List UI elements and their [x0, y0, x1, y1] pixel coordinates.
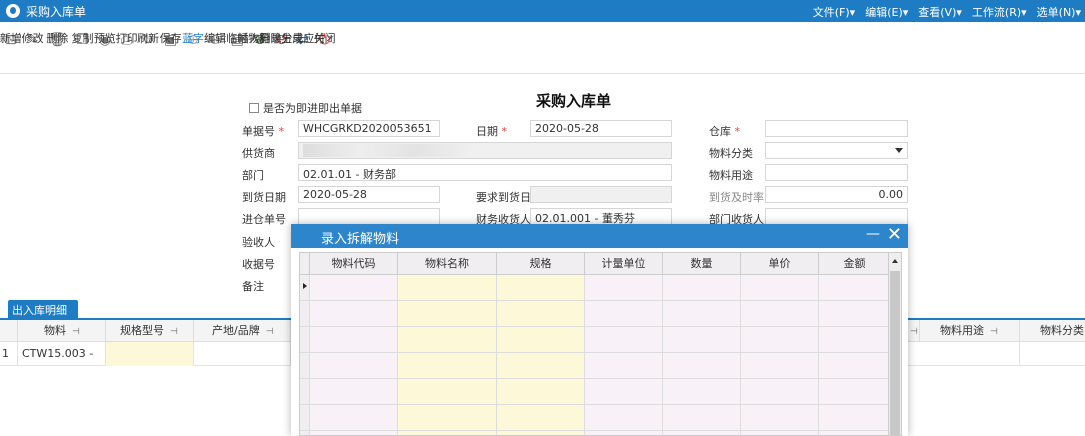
title-bar: 采购入库单 文件(F)▾ 编辑(E)▾ 查看(V)▾ 工作流(R)▾ 选单(N)… [0, 0, 1085, 22]
pin-col[interactable]: ⊣ [908, 320, 920, 342]
split-material-dialog: 录入拆解物料 — ✕ 物料代码 物料名称 规格 计量单位 数量 单价 金额 [291, 224, 908, 436]
pin-icon[interactable]: ⊣ [72, 327, 80, 337]
window-title: 采购入库单 [26, 5, 87, 19]
delete-button[interactable]: 🗑 删除 [43, 32, 71, 50]
refresh-button[interactable]: ↻ 刷新 [137, 32, 159, 50]
copy-button[interactable]: ❐ 复制 [71, 32, 94, 50]
preview-button[interactable]: ◉ 预览 [94, 32, 116, 50]
form-title: 采购入库单 [536, 92, 612, 110]
menu-edit[interactable]: 编辑(E)▾ [865, 4, 908, 20]
grid-row-line [300, 352, 890, 353]
current-row-indicator-icon [303, 283, 307, 289]
split-grid-header: 物料代码 物料名称 规格 计量单位 数量 单价 金额 [300, 253, 890, 275]
grid-row-line [300, 378, 890, 379]
receipt-no-label: 收据号 [242, 258, 275, 271]
dept-field[interactable]: 02.01.01 - 财务部 [298, 164, 672, 181]
warehouse-label: 仓库 * [709, 125, 740, 138]
blue-entry-button[interactable]: ⊕ 蓝字 [182, 32, 204, 50]
scroll-up-icon[interactable] [892, 259, 898, 263]
pin-icon[interactable]: ⊣ [990, 327, 998, 337]
generate-payable-button[interactable]: ⇄ 生成应付 [281, 32, 325, 50]
vertical-scrollbar[interactable] [888, 253, 901, 435]
in-no-field[interactable] [298, 208, 440, 225]
col-spec[interactable]: 规格 [497, 253, 585, 275]
grid-row-line [300, 300, 890, 301]
date-label: 日期 * [476, 125, 507, 138]
arrival-date-label: 到货日期 [242, 191, 286, 204]
pin-icon[interactable]: ⊣ [266, 327, 274, 337]
toolbar: ⊡ 新增 ✎ 修改 🗑 删除 ❐ 复制 ◉ 预览 ⎙ 打印 ↻ 刷新 ▣ 保存 ⊕ 蓝字 ⊖ 红字 … [0, 22, 1085, 74]
grid-row-line [300, 404, 890, 405]
col-quantity[interactable]: 数量 [663, 253, 741, 275]
col-material-name[interactable]: 物料名称 [398, 253, 497, 275]
instant-inout-checkbox[interactable] [249, 103, 259, 113]
instant-inout-checkbox-row[interactable]: 是否为即进即出单据 [249, 100, 362, 116]
warehouse-field[interactable] [765, 120, 908, 137]
close-button[interactable]: ⏻ 关闭 [314, 32, 336, 50]
col-spec[interactable]: 规格型号 ⊣ [106, 320, 194, 342]
scrollbar-thumb[interactable] [890, 271, 900, 435]
bill-no-field[interactable]: WHCGRKD2020053651 [298, 120, 440, 137]
grid-row-line [300, 430, 890, 431]
tab-inout-detail[interactable]: 出入库明细 [8, 300, 78, 318]
dept-receiver-field[interactable] [765, 208, 908, 225]
col-material-class[interactable]: 物料分类 [1020, 320, 1085, 342]
row-number: 1 [0, 342, 18, 366]
minimize-icon[interactable]: — [866, 226, 880, 242]
remark-label: 备注 [242, 280, 264, 293]
print-button[interactable]: ⎙ 打印 [116, 32, 138, 50]
finance-receiver-field[interactable]: 02.01.001 - 董秀芬 [530, 208, 672, 225]
dialog-title: 录入拆解物料 [321, 232, 400, 247]
col-price[interactable]: 单价 [741, 253, 819, 275]
material-use-field[interactable] [765, 164, 908, 181]
dialog-header: 录入拆解物料 — ✕ [291, 224, 908, 248]
material-class-label: 物料分类 [709, 147, 753, 160]
date-field[interactable]: 2020-05-28 [530, 120, 672, 137]
menu-workflow[interactable]: 工作流(R)▾ [972, 4, 1027, 20]
spec-cell[interactable] [106, 342, 194, 366]
row-number-header [0, 320, 18, 342]
material-class-cell[interactable] [1020, 342, 1085, 366]
chevron-down-icon [895, 148, 903, 153]
material-class-select[interactable] [765, 142, 908, 159]
save-button[interactable]: ▣ 保存 [159, 32, 182, 50]
bill-no-label: 单据号 * [242, 125, 284, 138]
instant-inout-label: 是否为即进即出单据 [263, 102, 362, 115]
menu-view[interactable]: 查看(V)▾ [918, 4, 962, 20]
supplier-field[interactable] [298, 142, 672, 159]
app-logo-icon [6, 4, 20, 18]
required-arrival-field [530, 186, 672, 203]
col-amount[interactable]: 金额 [819, 253, 890, 275]
col-unit[interactable]: 计量单位 [585, 253, 663, 275]
supplier-label: 供货商 [242, 147, 275, 160]
redacted-supplier [303, 144, 473, 157]
close-icon[interactable]: ✕ [887, 224, 902, 246]
pin-icon[interactable]: ⊣ [910, 327, 918, 337]
origin-brand-cell[interactable] [194, 342, 291, 366]
edit-button[interactable]: ✎ 修改 [22, 32, 44, 50]
ontime-rate-field[interactable]: 0.00 [765, 186, 908, 203]
pin-icon[interactable]: ⊣ [170, 327, 178, 337]
indicator-header [300, 253, 310, 275]
col-material-code[interactable]: 物料代码 [310, 253, 398, 275]
material-use-label: 物料用途 [709, 169, 753, 182]
col-material[interactable]: 物料 ⊣ [18, 320, 106, 342]
grid-row-line [300, 326, 890, 327]
menu-file[interactable]: 文件(F)▾ [813, 4, 855, 20]
split-material-grid[interactable]: 物料代码 物料名称 规格 计量单位 数量 单价 金额 [299, 252, 902, 436]
material-cell[interactable]: CTW15.003 - [18, 342, 106, 366]
menu-select[interactable]: 选单(N)▾ [1037, 4, 1081, 20]
col-origin-brand[interactable]: 产地/品牌 ⊣ [194, 320, 291, 342]
arrival-date-field[interactable]: 2020-05-28 [298, 186, 440, 203]
dept-label: 部门 [242, 169, 264, 182]
new-button[interactable]: ⊡ 新增 [0, 32, 22, 50]
col-material-use[interactable]: 物料用途 ⊣ [920, 320, 1020, 342]
menu-bar: 文件(F)▾ 编辑(E)▾ 查看(V)▾ 工作流(R)▾ 选单(N)▾ [813, 4, 1081, 20]
in-no-label: 进仓单号 [242, 213, 286, 226]
inspector-label: 验收人 [242, 236, 275, 249]
material-use-cell[interactable] [920, 342, 1020, 366]
